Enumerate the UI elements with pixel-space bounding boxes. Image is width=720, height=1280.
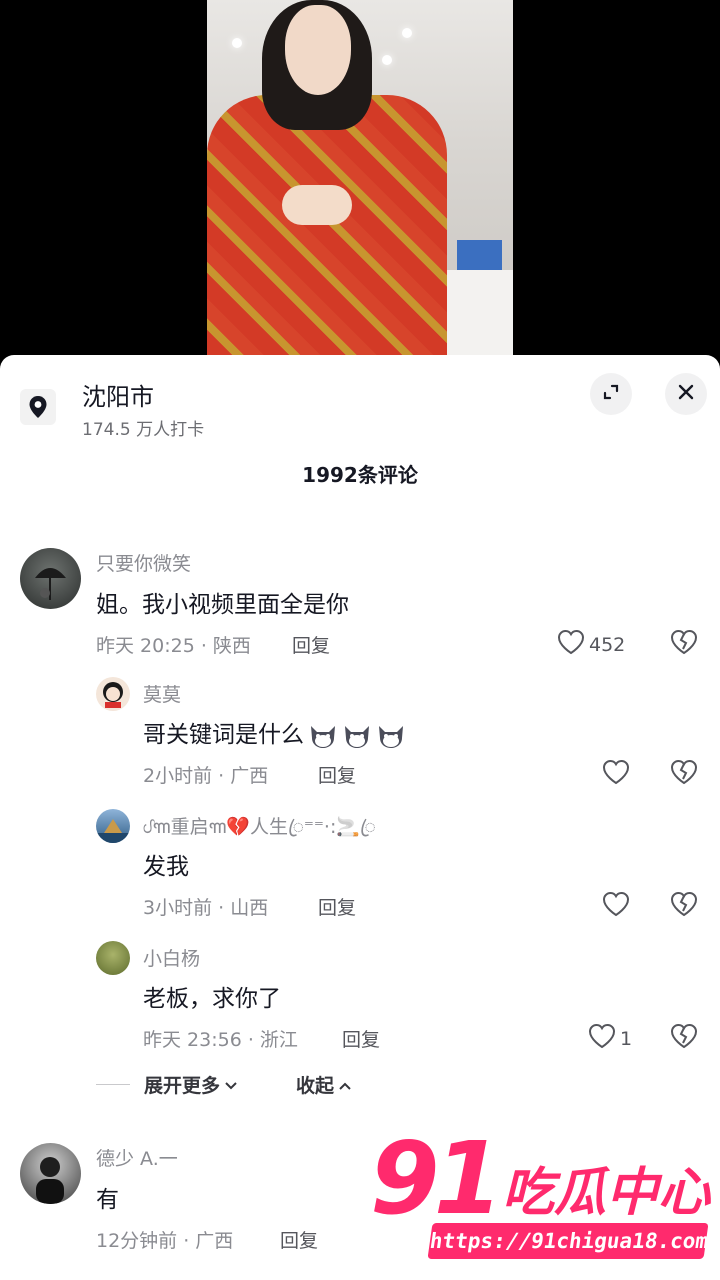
reply-button[interactable]: 回复: [292, 631, 330, 658]
like-count: 452: [589, 633, 626, 656]
expand-more-button[interactable]: 展开更多: [144, 1071, 238, 1098]
comment-username[interactable]: 小白杨: [143, 944, 200, 971]
comment-meta: 2小时前 · 广西: [143, 765, 269, 787]
comment-text: 发我: [143, 854, 189, 880]
location-subtitle: 174.5 万人打卡: [82, 420, 205, 440]
heart-icon: [602, 759, 630, 790]
dog-emoji-icon: [376, 722, 406, 750]
dog-emoji-icon: [342, 722, 372, 750]
broken-heart-icon: [670, 1023, 698, 1053]
like-count: 1: [620, 1027, 633, 1050]
avatar[interactable]: [20, 548, 81, 609]
avatar[interactable]: [96, 809, 130, 843]
comment-username[interactable]: 莫莫: [143, 680, 181, 707]
comment-text: 有: [96, 1187, 119, 1213]
close-icon: [676, 382, 696, 406]
collapse-button[interactable]: 收起: [296, 1071, 352, 1098]
heart-icon: [588, 1023, 616, 1054]
expand-icon: [601, 382, 621, 406]
dislike-button[interactable]: [670, 629, 698, 659]
reply-button[interactable]: 回复: [342, 1025, 380, 1052]
avatar[interactable]: [96, 677, 130, 711]
watermark-url: https://91chigua18.com: [427, 1223, 710, 1259]
dislike-button[interactable]: [670, 891, 698, 921]
comment-text: 老板，求你了: [143, 986, 281, 1012]
comment-text: 姐。我小视频里面全是你: [96, 592, 349, 618]
comment-meta: 3小时前 · 山西: [143, 897, 269, 919]
chevron-down-icon: [224, 1074, 238, 1096]
dislike-button[interactable]: [670, 1023, 698, 1053]
reply-button[interactable]: 回复: [318, 761, 356, 788]
watermark-name: 吃瓜中心: [502, 1163, 711, 1223]
like-button[interactable]: 452: [557, 629, 625, 660]
reply-item: 莫莫 哥关键词是什么 2小时前 · 广西 回复: [0, 675, 720, 795]
video-player[interactable]: [0, 0, 720, 355]
reply-button[interactable]: 回复: [318, 893, 356, 920]
watermark-logo: 91 吃瓜中心 https://91chigua18.com: [370, 1120, 715, 1268]
video-frame: [207, 0, 513, 355]
comment-username[interactable]: 德少 A.一: [96, 1144, 178, 1171]
location-title[interactable]: 沈阳市: [82, 377, 154, 412]
divider: [96, 1084, 130, 1085]
comment-text-body: 哥关键词是什么: [143, 722, 304, 748]
like-button[interactable]: [602, 891, 630, 922]
comment-username[interactable]: ᦔ꧑重启꧑💔人生ꦿ⁼⁼·:🚬ꦿ: [143, 812, 376, 851]
comment-item: 只要你微笑 姐。我小视频里面全是你 昨天 20:25 · 陕西 回复 452: [0, 545, 720, 665]
comment-count: 1992条评论: [302, 463, 418, 487]
watermark-number: 91: [370, 1120, 503, 1237]
broken-heart-icon: [670, 629, 698, 659]
comment-meta: 昨天 20:25 · 陕西: [96, 635, 251, 657]
reply-button[interactable]: 回复: [280, 1226, 318, 1253]
reply-item: 小白杨 老板，求你了 昨天 23:56 · 浙江 回复 1: [0, 939, 720, 1059]
avatar[interactable]: [20, 1143, 81, 1204]
comment-meta: 昨天 23:56 · 浙江: [143, 1029, 298, 1051]
broken-heart-icon: [670, 891, 698, 921]
reply-item: ᦔ꧑重启꧑💔人生ꦿ⁼⁼·:🚬ꦿ 发我 3小时前 · 山西 回复: [0, 807, 720, 927]
heart-icon: [557, 629, 585, 660]
expand-button[interactable]: [590, 373, 632, 415]
dog-emoji-icon: [308, 722, 338, 750]
collapse-label: 收起: [296, 1075, 335, 1097]
dislike-button[interactable]: [670, 759, 698, 789]
heart-icon: [602, 891, 630, 922]
comment-meta: 12分钟前 · 广西: [96, 1230, 234, 1252]
expand-more-label: 展开更多: [144, 1075, 221, 1097]
expand-replies-row: 展开更多 收起: [96, 1071, 352, 1098]
location-pin-icon: [20, 389, 56, 425]
avatar[interactable]: [96, 941, 130, 975]
broken-heart-icon: [670, 759, 698, 789]
comment-username[interactable]: 只要你微笑: [96, 549, 191, 576]
comment-text: 哥关键词是什么: [143, 715, 406, 750]
chevron-up-icon: [338, 1074, 352, 1096]
like-button[interactable]: 1: [588, 1023, 632, 1054]
like-button[interactable]: [602, 759, 630, 790]
close-button[interactable]: [665, 373, 707, 415]
